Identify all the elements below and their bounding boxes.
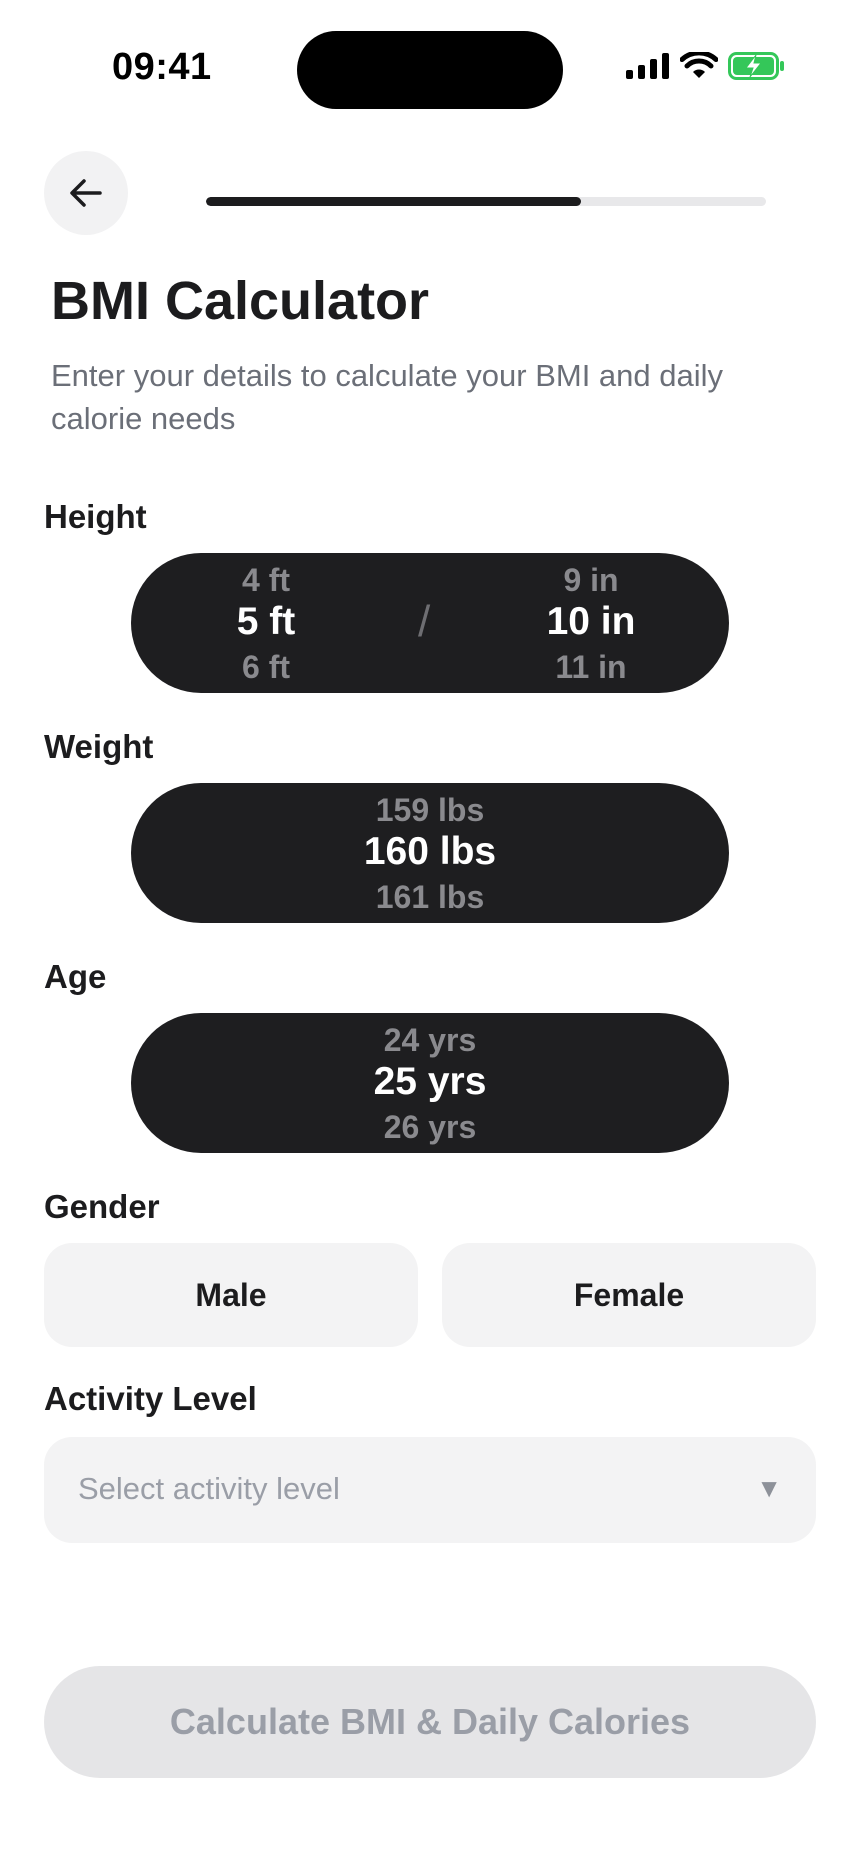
status-time: 09:41 <box>112 46 212 88</box>
feet-prev: 4 ft <box>242 562 290 598</box>
weight-selected: 160 lbs <box>363 830 497 873</box>
gender-label: Gender <box>44 1188 160 1225</box>
age-picker[interactable]: 24 yrs 25 yrs 26 yrs <box>131 1013 729 1153</box>
inches-next: 11 in <box>555 649 627 685</box>
page-subtitle: Enter your details to calculate your BMI… <box>51 358 724 436</box>
age-selected: 25 yrs <box>373 1060 487 1103</box>
height-label: Height <box>44 498 147 535</box>
battery-charging-icon <box>728 52 784 80</box>
age-label: Age <box>44 958 107 995</box>
activity-label: Activity Level <box>44 1380 257 1417</box>
wifi-icon <box>680 52 718 78</box>
age-prev: 24 yrs <box>383 1022 477 1058</box>
page-title: BMI Calculator <box>51 271 430 331</box>
gender-female-button[interactable]: Female <box>442 1243 816 1347</box>
inches-prev: 9 in <box>563 562 619 598</box>
signal-icon <box>626 53 669 79</box>
age-next: 26 yrs <box>383 1109 477 1145</box>
back-arrow-icon <box>70 179 102 207</box>
age-wheel[interactable]: 24 yrs 25 yrs 26 yrs <box>131 1013 729 1153</box>
weight-label: Weight <box>44 728 154 765</box>
activity-level-select[interactable]: Select activity level ▼ <box>44 1437 816 1543</box>
status-icons <box>626 52 786 80</box>
gender-male-button[interactable]: Male <box>44 1243 418 1347</box>
dynamic-island <box>297 31 563 109</box>
weight-picker[interactable]: 159 lbs 160 lbs 161 lbs <box>131 783 729 923</box>
inches-selected: 10 in <box>546 600 636 643</box>
calculate-button[interactable]: Calculate BMI & Daily Calories <box>44 1666 816 1778</box>
feet-wheel[interactable]: 4 ft 5 ft 6 ft <box>201 553 331 693</box>
feet-selected: 5 ft <box>236 600 296 643</box>
weight-prev: 159 lbs <box>375 792 485 828</box>
progress-fill <box>206 197 582 206</box>
height-separator: / <box>418 597 431 646</box>
inches-wheel[interactable]: 9 in 10 in 11 in <box>521 553 661 693</box>
progress-bar <box>206 197 766 206</box>
weight-next: 161 lbs <box>375 879 485 915</box>
activity-placeholder: Select activity level <box>78 1471 340 1506</box>
weight-wheel[interactable]: 159 lbs 160 lbs 161 lbs <box>131 783 729 923</box>
chevron-down-icon: ▼ <box>756 1473 782 1503</box>
height-picker[interactable]: 4 ft 5 ft 6 ft / 9 in 10 in 11 in <box>131 553 729 693</box>
feet-next: 6 ft <box>242 649 290 685</box>
back-button[interactable] <box>44 151 128 235</box>
